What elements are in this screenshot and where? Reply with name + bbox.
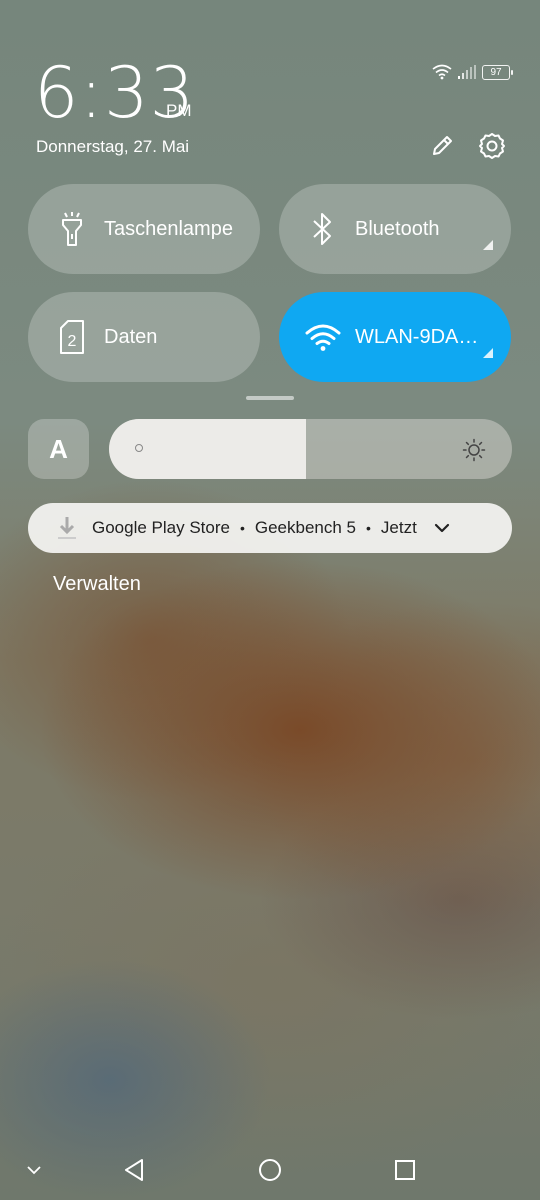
- tile-wlan[interactable]: WLAN-9DA…: [279, 292, 511, 382]
- edit-pencil-icon[interactable]: [427, 131, 457, 161]
- battery-icon: 97: [482, 64, 513, 80]
- collapse-chevron-icon[interactable]: [22, 1160, 46, 1180]
- home-icon[interactable]: [254, 1156, 286, 1184]
- chevron-down-icon[interactable]: [433, 519, 451, 537]
- expand-corner-icon: [483, 348, 493, 358]
- notification-time: Jetzt: [380, 518, 417, 537]
- brightness-low-icon: [135, 444, 143, 452]
- brightness-high-icon: [462, 438, 486, 462]
- svg-text:2: 2: [68, 333, 77, 350]
- navigation-bar: [0, 1140, 540, 1200]
- auto-brightness-button[interactable]: A: [28, 419, 89, 479]
- separator-dot: •: [239, 520, 245, 536]
- tile-bluetooth-label: Bluetooth: [355, 217, 440, 240]
- download-icon: [58, 517, 76, 539]
- sim-2-icon: 2: [54, 319, 90, 355]
- recents-icon[interactable]: [389, 1156, 421, 1184]
- tile-flashlight-label: Taschenlampe: [104, 217, 233, 240]
- manage-notifications-link[interactable]: Verwalten: [53, 573, 141, 596]
- tile-mobile-data[interactable]: 2 Daten: [28, 292, 260, 382]
- signal-icon: [458, 65, 476, 79]
- wifi-icon: [305, 319, 341, 355]
- drag-handle[interactable]: [246, 396, 294, 400]
- settings-gear-icon[interactable]: [477, 131, 507, 161]
- tile-wlan-label: WLAN-9DA…: [355, 325, 479, 348]
- flashlight-icon: [54, 211, 90, 247]
- wifi-icon: [432, 64, 452, 80]
- tile-flashlight[interactable]: Taschenlampe: [28, 184, 260, 274]
- bluetooth-icon: [305, 211, 341, 247]
- status-icons: 97: [432, 64, 513, 80]
- notification-card[interactable]: Google Play Store • Geekbench 5 • Jetzt: [28, 503, 512, 553]
- back-icon[interactable]: [118, 1156, 150, 1184]
- expand-corner-icon: [483, 240, 493, 250]
- date-label: Donnerstag, 27. Mai: [36, 137, 190, 156]
- brightness-slider[interactable]: [109, 419, 512, 479]
- separator-dot: •: [366, 520, 371, 536]
- tile-bluetooth[interactable]: Bluetooth: [279, 184, 511, 274]
- tile-mobile-data-label: Daten: [104, 325, 158, 348]
- clock-ampm: PM: [166, 101, 192, 120]
- notification-title: Geekbench 5: [254, 518, 357, 537]
- notification-app-name: Google Play Store: [92, 518, 230, 537]
